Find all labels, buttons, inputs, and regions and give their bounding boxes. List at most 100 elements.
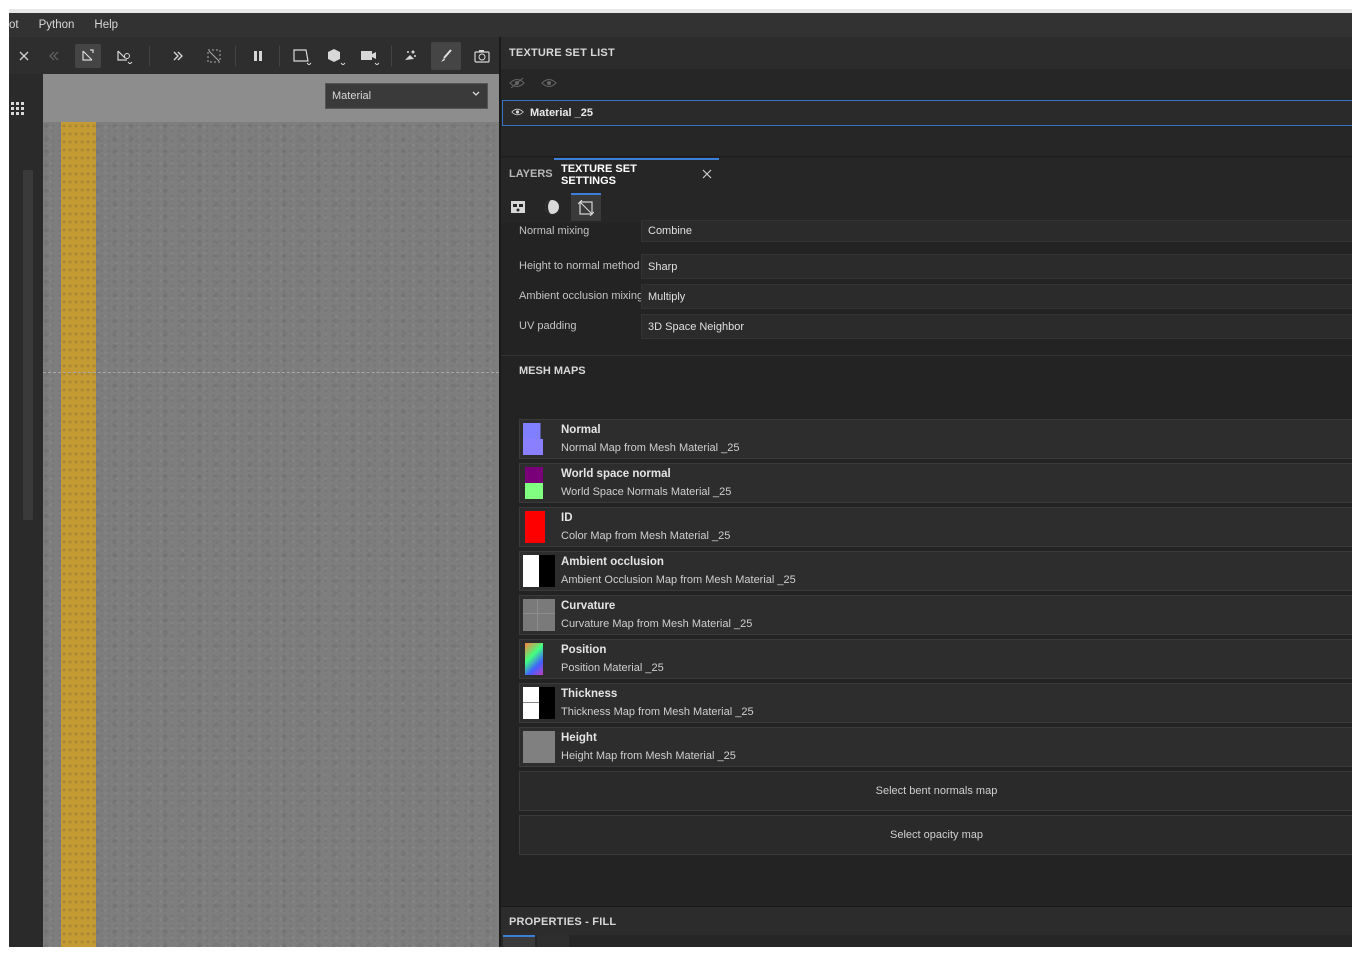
mesh-map-name: Thickness xyxy=(561,688,618,700)
thickness-map-thumbnail xyxy=(523,687,555,719)
app-window: ot Python Help Material TEXTURE SET LIST… xyxy=(9,9,1352,947)
tab-layers[interactable]: LAYERS xyxy=(509,158,553,190)
mesh-map-row-world-space-normal[interactable]: World space normal World Space Normals M… xyxy=(519,463,1352,503)
properties-settings-tab[interactable] xyxy=(503,935,535,947)
setting-label: Ambient occlusion mixing xyxy=(519,290,644,302)
collapse-left-icon[interactable] xyxy=(41,44,67,68)
properties-subtabs xyxy=(501,935,1352,947)
world-normal-thumbnail xyxy=(523,467,555,499)
camera-video-icon[interactable] xyxy=(357,44,383,68)
mesh-map-source: Ambient Occlusion Map from Mesh Material… xyxy=(561,574,796,586)
mesh-map-source: Normal Map from Mesh Material _25 xyxy=(561,442,740,454)
viewport-toolbar xyxy=(9,37,499,74)
mesh-map-row-position[interactable]: Position Position Material _25 xyxy=(519,639,1352,679)
properties-fill-title: PROPERTIES - FILL xyxy=(501,906,1352,936)
left-tool-strip xyxy=(9,74,43,947)
setting-ao-mixing: Ambient occlusion mixing Multiply xyxy=(501,283,1352,311)
setting-label: Height to normal method xyxy=(519,260,640,272)
paint-brush-icon[interactable] xyxy=(431,42,461,70)
transform-options-icon[interactable] xyxy=(111,44,137,68)
road-lane-marking xyxy=(61,122,96,947)
setting-uv-padding: UV padding 3D Space Neighbor xyxy=(501,313,1352,341)
mesh-map-name: Normal xyxy=(561,424,601,436)
hide-selection-icon[interactable] xyxy=(201,44,227,68)
mesh-map-source: Thickness Map from Mesh Material _25 xyxy=(561,706,754,718)
setting-label: UV padding xyxy=(519,320,577,332)
mesh-map-source: Position Material _25 xyxy=(561,662,664,674)
setting-height-to-normal: Height to normal method Sharp xyxy=(501,253,1352,281)
menu-item-python[interactable]: Python xyxy=(39,19,75,31)
mesh-map-row-height[interactable]: Height Height Map from Mesh Material _25 xyxy=(519,727,1352,767)
mesh-map-name: Ambient occlusion xyxy=(561,556,664,568)
mesh-map-source: Color Map from Mesh Material _25 xyxy=(561,530,731,542)
view-3d-icon[interactable] xyxy=(323,44,349,68)
material-ball-icon[interactable] xyxy=(537,193,567,221)
setting-label: Normal mixing xyxy=(519,225,590,237)
id-map-thumbnail xyxy=(523,511,555,543)
height-to-normal-dropdown[interactable]: Sharp xyxy=(641,254,1352,279)
uv-seam-guide xyxy=(43,372,499,373)
settings-subtabs xyxy=(501,190,1352,223)
menu-item-help[interactable]: Help xyxy=(94,19,118,31)
uv-padding-dropdown[interactable]: 3D Space Neighbor xyxy=(641,314,1352,339)
divider xyxy=(501,355,1352,356)
visibility-toggle-icon[interactable] xyxy=(509,77,525,92)
chevron-down-icon xyxy=(471,89,481,102)
mesh-map-name: Position xyxy=(561,644,607,656)
position-map-thumbnail xyxy=(523,643,555,675)
ao-mixing-dropdown[interactable]: Multiply xyxy=(641,284,1352,309)
pause-icon[interactable] xyxy=(245,44,271,68)
mesh-map-row-ambient-occlusion[interactable]: Ambient occlusion Ambient Occlusion Map … xyxy=(519,551,1352,591)
right-panel: TEXTURE SET LIST Material _25 LAYERS TEX… xyxy=(499,37,1352,947)
material-select[interactable]: Material xyxy=(325,83,488,109)
panel-tabs: LAYERS TEXTURE SET SETTINGS xyxy=(501,158,1352,190)
curvature-map-thumbnail xyxy=(523,599,555,631)
tab-texture-set-settings[interactable]: TEXTURE SET SETTINGS xyxy=(554,158,719,190)
mesh-map-source: Height Map from Mesh Material _25 xyxy=(561,750,736,762)
view-2d-icon[interactable] xyxy=(289,44,315,68)
select-bent-normals-button[interactable]: Select bent normals map xyxy=(519,771,1352,811)
height-map-thumbnail xyxy=(523,731,555,763)
transform-tool-icon[interactable] xyxy=(75,44,101,68)
setting-normal-mixing: Normal mixing Combine xyxy=(501,220,1352,243)
select-opacity-button[interactable]: Select opacity map xyxy=(519,815,1352,855)
menu-bar: ot Python Help xyxy=(9,9,1352,37)
texture-set-list-title: TEXTURE SET LIST xyxy=(501,37,1352,69)
mesh-maps-tab-icon[interactable] xyxy=(571,193,601,221)
mesh-map-row-normal[interactable]: Normal Normal Map from Mesh Material _25 xyxy=(519,419,1352,459)
mesh-map-row-thickness[interactable]: Thickness Thickness Map from Mesh Materi… xyxy=(519,683,1352,723)
expand-right-icon[interactable] xyxy=(165,44,191,68)
close-tab-icon[interactable] xyxy=(702,169,712,182)
viewport-area: Material xyxy=(9,37,499,947)
mesh-map-name: World space normal xyxy=(561,468,671,480)
normal-map-thumbnail xyxy=(523,423,555,455)
texture-set-list-empty xyxy=(501,127,1352,157)
eye-icon[interactable] xyxy=(511,107,524,120)
texture-set-item[interactable]: Material _25 xyxy=(502,100,1352,126)
mesh-map-row-curvature[interactable]: Curvature Curvature Map from Mesh Materi… xyxy=(519,595,1352,635)
particles-icon[interactable] xyxy=(397,44,423,68)
mesh-map-name: Curvature xyxy=(561,600,616,612)
eye-icon[interactable] xyxy=(541,77,557,92)
grid-icon[interactable] xyxy=(11,102,25,119)
settings-tab-icon[interactable] xyxy=(503,193,533,221)
ao-map-thumbnail xyxy=(523,555,555,587)
texture-set-list-toolbar xyxy=(501,69,1352,99)
mesh-map-name: ID xyxy=(561,512,573,524)
properties-material-tab[interactable] xyxy=(537,935,569,947)
texture-set-name: Material _25 xyxy=(530,107,593,119)
tab-texture-set-settings-label: TEXTURE SET SETTINGS xyxy=(561,163,637,187)
viewport-header: Material xyxy=(43,74,499,122)
mesh-map-name: Height xyxy=(561,732,597,744)
left-scrollbar[interactable] xyxy=(23,170,33,520)
close-icon[interactable] xyxy=(11,44,37,68)
menu-item-partial[interactable]: ot xyxy=(9,19,19,31)
mesh-maps-title: MESH MAPS xyxy=(519,365,586,377)
material-select-label: Material xyxy=(332,90,372,102)
mesh-map-row-id[interactable]: ID Color Map from Mesh Material _25 xyxy=(519,507,1352,547)
mesh-map-source: Curvature Map from Mesh Material _25 xyxy=(561,618,753,630)
screenshot-camera-icon[interactable] xyxy=(469,44,495,68)
normal-mixing-dropdown[interactable]: Combine xyxy=(641,220,1352,242)
mesh-map-source: World Space Normals Material _25 xyxy=(561,486,732,498)
3d-viewport[interactable] xyxy=(43,122,499,947)
